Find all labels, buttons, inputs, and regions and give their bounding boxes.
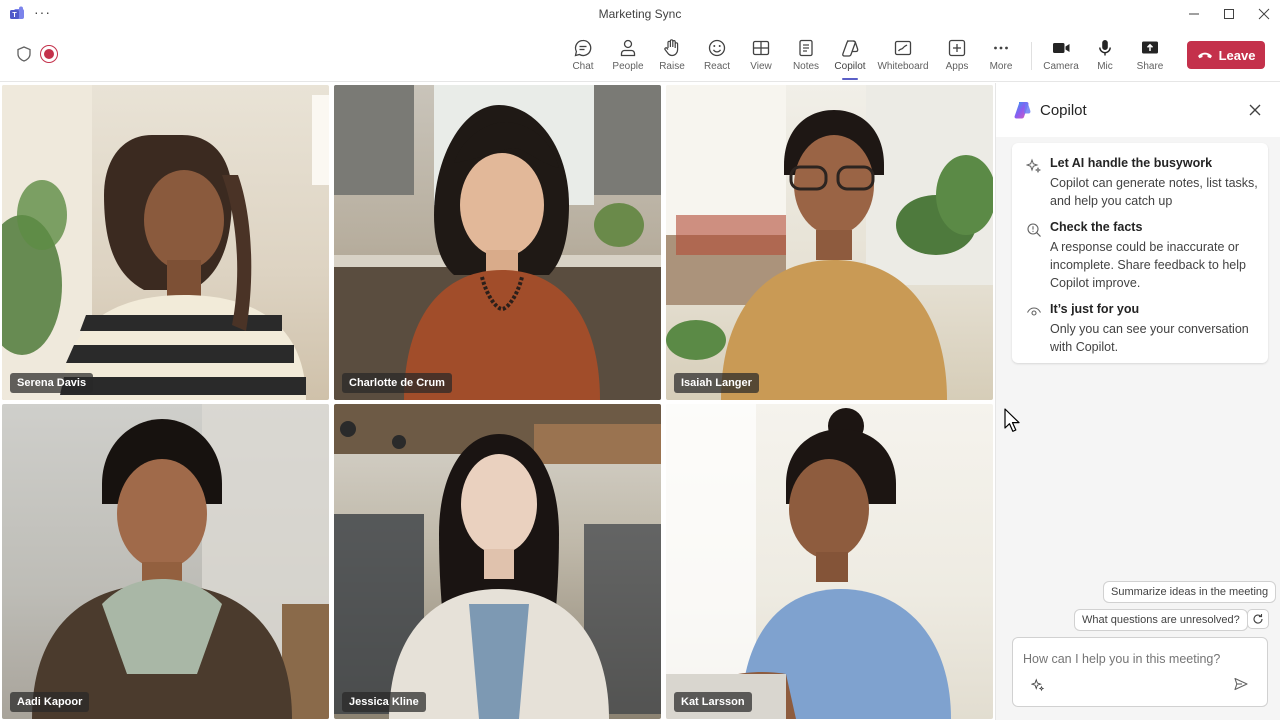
participant-name-tag: Kat Larsson xyxy=(674,692,752,712)
notes-label: Notes xyxy=(792,61,820,72)
share-label: Share xyxy=(1136,61,1164,72)
close-window-icon[interactable] xyxy=(1254,4,1274,24)
refresh-icon xyxy=(1253,614,1263,624)
copilot-composer xyxy=(1012,637,1268,707)
copilot-prompt-input[interactable] xyxy=(1023,652,1253,666)
participant-name-tag: Jessica Kline xyxy=(342,692,426,712)
eye-icon xyxy=(1027,307,1041,316)
search-check-icon xyxy=(1027,223,1041,237)
maximize-icon[interactable] xyxy=(1219,4,1239,24)
info-body: Only you can see your conversation with … xyxy=(1050,322,1249,354)
more-button[interactable]: More xyxy=(988,38,1014,74)
react-icon xyxy=(708,39,726,57)
participant-name-tag: Charlotte de Crum xyxy=(342,373,452,393)
chat-icon xyxy=(574,39,592,57)
leave-button[interactable]: Leave xyxy=(1187,41,1265,69)
send-icon[interactable] xyxy=(1233,676,1249,692)
mic-button[interactable]: Mic xyxy=(1093,38,1117,74)
react-button[interactable]: React xyxy=(703,38,731,74)
raise-label: Raise xyxy=(659,61,685,72)
chat-button[interactable]: Chat xyxy=(570,38,596,74)
people-label: People xyxy=(612,61,644,72)
more-label: More xyxy=(989,61,1013,72)
copilot-icon xyxy=(842,40,859,57)
participant-video xyxy=(334,85,661,400)
chat-label: Chat xyxy=(572,61,594,72)
info-body: Copilot can generate notes, list tasks, … xyxy=(1050,176,1258,208)
toolbar-divider xyxy=(1031,42,1032,70)
people-icon xyxy=(620,39,636,57)
participant-tile[interactable]: Charlotte de Crum xyxy=(334,85,661,400)
share-button[interactable]: Share xyxy=(1136,38,1164,74)
view-button[interactable]: View xyxy=(748,38,774,74)
shield-icon[interactable] xyxy=(17,46,31,62)
whiteboard-label: Whiteboard xyxy=(877,61,929,72)
prompt-sparkle-icon[interactable] xyxy=(1031,678,1045,692)
participant-tile[interactable]: Jessica Kline xyxy=(334,404,661,719)
mouse-cursor-icon xyxy=(1004,408,1020,432)
raise-hand-button[interactable]: Raise xyxy=(658,38,686,74)
mic-label: Mic xyxy=(1097,61,1113,72)
react-label: React xyxy=(703,61,731,72)
participant-name-tag: Aadi Kapoor xyxy=(10,692,90,712)
copilot-panel-header: Copilot xyxy=(996,83,1280,137)
copilot-button[interactable]: Copilot xyxy=(834,38,866,74)
whiteboard-button[interactable]: Whiteboard xyxy=(877,38,929,74)
title-bar: T ··· Marketing Sync xyxy=(0,0,1280,28)
people-button[interactable]: People xyxy=(612,38,644,74)
participant-video xyxy=(32,404,329,719)
mic-icon xyxy=(1099,40,1111,56)
minimize-icon[interactable] xyxy=(1184,4,1204,24)
info-title: Check the facts xyxy=(1050,220,1143,234)
share-icon xyxy=(1142,41,1158,54)
view-label: View xyxy=(750,61,772,72)
participant-video xyxy=(666,404,951,719)
copilot-info-card: Let AI handle the busywork Copilot can g… xyxy=(1012,143,1268,363)
participant-tile[interactable]: Isaiah Langer xyxy=(666,85,993,400)
apps-label: Apps xyxy=(945,61,969,72)
video-grid: Serena Davis Charlotte de Crum Isaiah La… xyxy=(0,83,995,720)
suggestion-chip-unresolved[interactable]: What questions are unresolved? xyxy=(1074,609,1248,631)
copilot-label: Copilot xyxy=(834,61,866,72)
participant-video xyxy=(334,404,661,719)
participant-video xyxy=(2,85,329,400)
participant-name-tag: Serena Davis xyxy=(10,373,94,393)
camera-label: Camera xyxy=(1043,61,1079,72)
refresh-suggestions-button[interactable] xyxy=(1247,609,1269,629)
sparkle-icon xyxy=(1026,158,1042,174)
suggestion-chip-summarize[interactable]: Summarize ideas in the meeting xyxy=(1103,581,1277,603)
close-icon[interactable] xyxy=(1247,102,1263,118)
participant-tile[interactable]: Kat Larsson xyxy=(666,404,993,719)
view-icon xyxy=(752,40,770,56)
participant-video xyxy=(666,85,993,400)
hang-up-icon xyxy=(1197,52,1212,59)
copilot-panel: Copilot Let AI handle the busywork Copil… xyxy=(995,83,1280,720)
whiteboard-icon xyxy=(894,40,912,56)
camera-button[interactable]: Camera xyxy=(1043,38,1079,74)
camera-icon xyxy=(1053,43,1070,53)
notes-icon xyxy=(799,39,813,57)
apps-button[interactable]: Apps xyxy=(944,38,970,74)
leave-label: Leave xyxy=(1218,47,1256,63)
apps-icon xyxy=(948,39,966,57)
info-body: A response could be inaccurate or incomp… xyxy=(1050,240,1246,290)
copilot-logo-icon xyxy=(1014,102,1031,119)
recording-icon[interactable] xyxy=(40,45,58,63)
participant-tile[interactable]: Serena Davis xyxy=(2,85,329,400)
more-icon xyxy=(994,46,1008,50)
copilot-title: Copilot xyxy=(1040,102,1087,119)
info-title: Let AI handle the busywork xyxy=(1050,156,1213,170)
participant-tile[interactable]: Aadi Kapoor xyxy=(2,404,329,719)
notes-button[interactable]: Notes xyxy=(791,38,821,74)
window-title: Marketing Sync xyxy=(598,7,682,21)
participant-name-tag: Isaiah Langer xyxy=(674,373,759,393)
meeting-toolbar: Chat People Raise React View Notes Copil… xyxy=(0,28,1280,82)
raise-hand-icon xyxy=(664,39,679,57)
info-title: It’s just for you xyxy=(1050,302,1140,316)
